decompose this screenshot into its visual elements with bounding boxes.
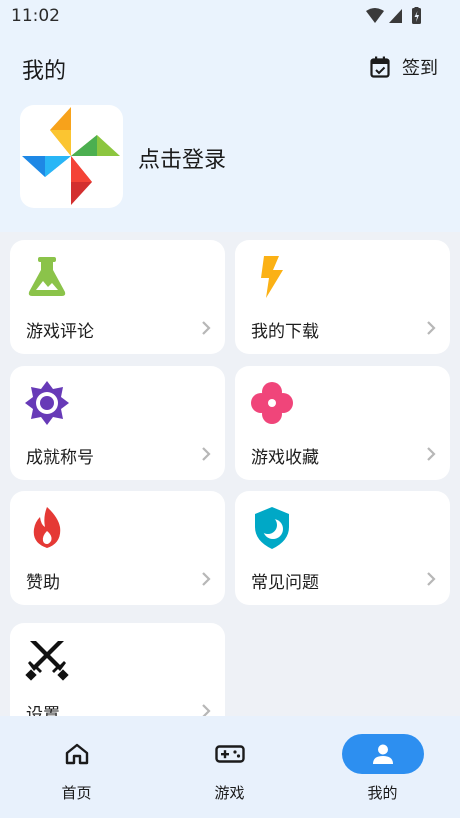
pinwheel-logo — [22, 107, 120, 205]
menu-label: 游戏收藏 — [251, 448, 319, 468]
nav-games-icon-wrap — [189, 734, 271, 774]
gamepad-icon — [214, 745, 245, 763]
menu-label: 成就称号 — [26, 448, 94, 468]
status-time: 11:02 — [11, 6, 60, 26]
menu-card-achievements[interactable]: 成就称号 — [10, 366, 225, 480]
menu-card-game-reviews[interactable]: 游戏评论 — [10, 240, 225, 354]
menu-card-game-favorites[interactable]: 游戏收藏 — [235, 366, 450, 480]
chevron-right-icon — [202, 447, 211, 461]
badge-icon — [25, 381, 69, 425]
menu-label: 我的下载 — [251, 322, 319, 342]
chevron-right-icon — [427, 321, 436, 335]
menu-label: 赞助 — [26, 573, 60, 593]
chevron-right-icon — [427, 447, 436, 461]
chevron-right-icon — [427, 572, 436, 586]
nav-mine-icon-wrap — [341, 734, 424, 774]
status-icons — [366, 7, 421, 24]
crossed-swords-icon — [25, 641, 69, 681]
person-icon — [372, 744, 393, 764]
lightning-icon — [261, 256, 283, 298]
nav-mine[interactable]: 我的 — [306, 716, 459, 818]
menu-card-my-downloads[interactable]: 我的下载 — [235, 240, 450, 354]
chevron-right-icon — [202, 572, 211, 586]
page-title: 我的 — [22, 59, 67, 84]
login-prompt[interactable]: 点击登录 — [138, 142, 226, 174]
flask-icon — [28, 257, 66, 296]
menu-card-faq[interactable]: 常见问题 — [235, 491, 450, 605]
bottom-nav: 首页 游戏 我的 — [0, 716, 460, 818]
status-bar: 11:02 — [0, 0, 460, 32]
menu-label: 游戏评论 — [26, 322, 94, 342]
nav-home-icon-wrap — [36, 734, 118, 774]
avatar[interactable] — [20, 105, 123, 208]
menu-label: 常见问题 — [251, 573, 319, 593]
battery-icon — [412, 7, 421, 24]
checkin-button[interactable]: 签到 — [370, 54, 438, 80]
shield-moon-icon — [255, 507, 289, 549]
chevron-right-icon — [202, 321, 211, 335]
flower-icon — [251, 382, 293, 424]
fire-icon — [33, 507, 61, 548]
home-icon — [65, 743, 88, 765]
nav-games-label: 游戏 — [214, 784, 245, 802]
wifi-icon — [366, 8, 384, 23]
nav-mine-label: 我的 — [367, 784, 398, 802]
checkin-label: 签到 — [402, 58, 438, 79]
nav-games[interactable]: 游戏 — [153, 716, 306, 818]
signal-icon — [389, 9, 402, 23]
menu-card-sponsor[interactable]: 赞助 — [10, 491, 225, 605]
calendar-check-icon — [370, 56, 390, 78]
nav-home[interactable]: 首页 — [0, 716, 153, 818]
nav-home-label: 首页 — [61, 784, 92, 802]
